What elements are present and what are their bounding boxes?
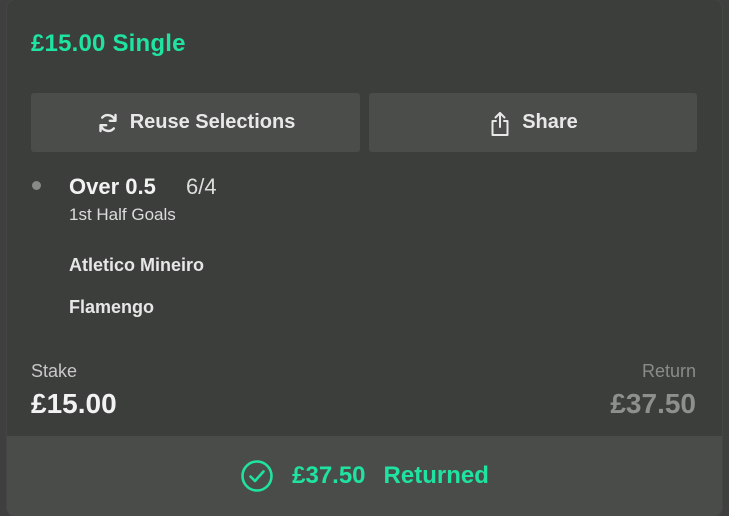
team-away: Flamengo [69, 297, 155, 317]
selection-odds: 6/4 [186, 174, 217, 199]
refresh-icon [96, 111, 120, 135]
share-label: Share [522, 111, 578, 133]
reuse-selections-label: Reuse Selections [129, 111, 296, 133]
returned-amount: £37.50 [292, 462, 366, 489]
check-circle-icon [240, 459, 274, 493]
stake-label: Stake [31, 361, 78, 381]
selection-status-dot [32, 181, 41, 190]
bet-result-bar: £37.50 Returned [7, 436, 722, 516]
reuse-selections-button[interactable]: Reuse Selections [31, 93, 360, 152]
selection-market: 1st Half Goals [69, 205, 176, 224]
team-home: Atletico Mineiro [69, 255, 205, 275]
return-value: £37.50 [610, 388, 696, 419]
returned-status: Returned [383, 462, 489, 489]
return-label: Return [641, 361, 696, 381]
stake-value: £15.00 [31, 388, 117, 419]
selection-name: Over 0.5 [69, 174, 156, 199]
bet-title: £15.00 Single [31, 30, 186, 57]
share-icon [488, 111, 512, 136]
bet-card: £15.00 Single Reuse Selections Share Ove… [7, 0, 722, 516]
share-button[interactable]: Share [369, 93, 697, 152]
